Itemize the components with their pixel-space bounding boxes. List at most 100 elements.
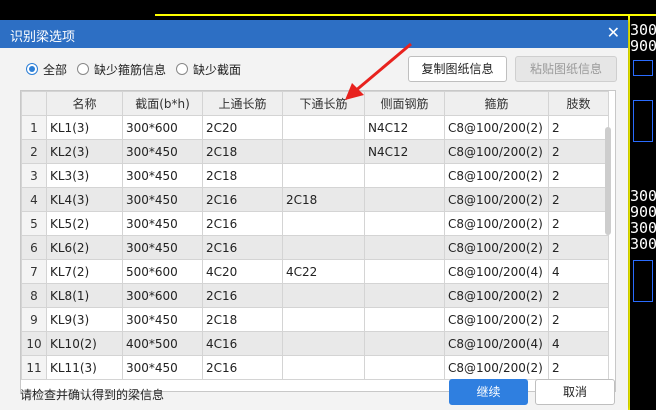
table-row[interactable]: 9 KL9(3) 300*450 2C18 C8@100/200(2) 2 — [21, 307, 609, 332]
cell-row-index[interactable]: 2 — [21, 139, 47, 164]
table-row[interactable]: 3 KL3(3) 300*450 2C18 C8@100/200(2) 2 — [21, 163, 609, 188]
cell-stirrup[interactable]: C8@100/200(4) — [444, 331, 549, 356]
cell-section[interactable]: 300*450 — [122, 187, 203, 212]
table-row[interactable]: 6 KL6(2) 300*450 2C16 C8@100/200(2) 2 — [21, 235, 609, 260]
cell-side-rebar[interactable] — [364, 211, 445, 236]
cell-section[interactable]: 300*450 — [122, 211, 203, 236]
table-row[interactable]: 10 KL10(2) 400*500 4C16 C8@100/200(4) 4 — [21, 331, 609, 356]
table-row[interactable]: 11 KL11(3) 300*450 2C16 C8@100/200(2) 2 — [21, 355, 609, 380]
cell-side-rebar[interactable]: N4C12 — [364, 115, 445, 140]
cell-side-rebar[interactable] — [364, 331, 445, 356]
cell-beam-name[interactable]: KL7(2) — [46, 259, 123, 284]
copy-drawing-info-button[interactable]: 复制图纸信息 — [408, 56, 507, 82]
cell-bottom-rebar[interactable] — [282, 115, 365, 140]
cell-top-rebar[interactable]: 2C16 — [202, 187, 283, 212]
cell-top-rebar[interactable]: 2C16 — [202, 235, 283, 260]
cell-beam-name[interactable]: KL1(3) — [46, 115, 123, 140]
cell-side-rebar[interactable] — [364, 163, 445, 188]
vertical-scrollbar[interactable] — [605, 127, 611, 235]
cell-bottom-rebar[interactable] — [282, 307, 365, 332]
paste-drawing-info-button[interactable]: 粘贴图纸信息 — [515, 56, 617, 82]
cell-top-rebar[interactable]: 4C16 — [202, 331, 283, 356]
cell-top-rebar[interactable]: 4C20 — [202, 259, 283, 284]
cell-row-index[interactable]: 11 — [21, 355, 47, 380]
cell-stirrup[interactable]: C8@100/200(2) — [444, 163, 549, 188]
cell-bottom-rebar[interactable] — [282, 235, 365, 260]
cell-leg-count[interactable]: 2 — [548, 307, 609, 332]
cell-side-rebar[interactable] — [364, 307, 445, 332]
cell-beam-name[interactable]: KL11(3) — [46, 355, 123, 380]
close-icon[interactable]: ✕ — [607, 24, 620, 42]
table-row[interactable]: 2 KL2(3) 300*450 2C18 N4C12 C8@100/200(2) 2 — [21, 139, 609, 164]
cell-stirrup[interactable]: C8@100/200(2) — [444, 283, 549, 308]
cell-top-rebar[interactable]: 2C16 — [202, 283, 283, 308]
cell-beam-name[interactable]: KL6(2) — [46, 235, 123, 260]
cell-beam-name[interactable]: KL8(1) — [46, 283, 123, 308]
cell-leg-count[interactable]: 2 — [548, 187, 609, 212]
cell-stirrup[interactable]: C8@100/200(2) — [444, 187, 549, 212]
cell-section[interactable]: 500*600 — [122, 259, 203, 284]
cell-leg-count[interactable]: 2 — [548, 211, 609, 236]
cell-row-index[interactable]: 5 — [21, 211, 47, 236]
cell-beam-name[interactable]: KL3(3) — [46, 163, 123, 188]
cell-bottom-rebar[interactable]: 2C18 — [282, 187, 365, 212]
cell-row-index[interactable]: 10 — [21, 331, 47, 356]
cell-leg-count[interactable]: 2 — [548, 355, 609, 380]
cell-bottom-rebar[interactable]: 4C22 — [282, 259, 365, 284]
cell-beam-name[interactable]: KL10(2) — [46, 331, 123, 356]
continue-button[interactable]: 继续 — [449, 379, 528, 405]
column-header-bottom-rebar[interactable]: 下通长筋 — [282, 91, 365, 116]
cell-leg-count[interactable]: 2 — [548, 163, 609, 188]
cell-stirrup[interactable]: C8@100/200(2) — [444, 115, 549, 140]
cell-bottom-rebar[interactable] — [282, 283, 365, 308]
cell-side-rebar[interactable] — [364, 355, 445, 380]
cell-top-rebar[interactable]: 2C16 — [202, 355, 283, 380]
cell-row-index[interactable]: 6 — [21, 235, 47, 260]
cell-row-index[interactable]: 9 — [21, 307, 47, 332]
table-row[interactable]: 5 KL5(2) 300*450 2C16 C8@100/200(2) 2 — [21, 211, 609, 236]
cell-leg-count[interactable]: 2 — [548, 139, 609, 164]
cell-section[interactable]: 300*600 — [122, 283, 203, 308]
cell-row-index[interactable]: 3 — [21, 163, 47, 188]
cell-row-index[interactable]: 8 — [21, 283, 47, 308]
cell-section[interactable]: 300*450 — [122, 235, 203, 260]
filter-all-radio[interactable]: 全部 — [26, 61, 67, 78]
cell-row-index[interactable]: 1 — [21, 115, 47, 140]
cell-leg-count[interactable]: 4 — [548, 259, 609, 284]
cell-top-rebar[interactable]: 2C18 — [202, 139, 283, 164]
cell-stirrup[interactable]: C8@100/200(4) — [444, 259, 549, 284]
table-row[interactable]: 7 KL7(2) 500*600 4C20 4C22 C8@100/200(4) 4 — [21, 259, 609, 284]
table-row[interactable]: 4 KL4(3) 300*450 2C16 2C18 C8@100/200(2) 2 — [21, 187, 609, 212]
dialog-titlebar[interactable]: 识别梁选项 ✕ — [0, 20, 628, 48]
cell-side-rebar[interactable]: N4C12 — [364, 139, 445, 164]
cell-section[interactable]: 400*500 — [122, 331, 203, 356]
cell-row-index[interactable]: 7 — [21, 259, 47, 284]
cell-beam-name[interactable]: KL4(3) — [46, 187, 123, 212]
cell-side-rebar[interactable] — [364, 235, 445, 260]
cell-stirrup[interactable]: C8@100/200(2) — [444, 307, 549, 332]
column-header-section[interactable]: 截面(b*h) — [122, 91, 203, 116]
cell-section[interactable]: 300*450 — [122, 139, 203, 164]
cell-top-rebar[interactable]: 2C18 — [202, 307, 283, 332]
cell-bottom-rebar[interactable] — [282, 355, 365, 380]
column-header-side-rebar[interactable]: 侧面钢筋 — [364, 91, 445, 116]
cell-section[interactable]: 300*450 — [122, 355, 203, 380]
filter-missing-stirrup-radio[interactable]: 缺少箍筋信息 — [77, 61, 166, 78]
cell-side-rebar[interactable] — [364, 283, 445, 308]
column-header-legs[interactable]: 肢数 — [548, 91, 609, 116]
cell-bottom-rebar[interactable] — [282, 331, 365, 356]
cell-bottom-rebar[interactable] — [282, 211, 365, 236]
cell-top-rebar[interactable]: 2C20 — [202, 115, 283, 140]
cell-stirrup[interactable]: C8@100/200(2) — [444, 211, 549, 236]
cell-beam-name[interactable]: KL9(3) — [46, 307, 123, 332]
column-header-name[interactable]: 名称 — [46, 91, 123, 116]
cell-side-rebar[interactable] — [364, 259, 445, 284]
cell-leg-count[interactable]: 2 — [548, 235, 609, 260]
filter-missing-section-radio[interactable]: 缺少截面 — [176, 61, 241, 78]
cell-section[interactable]: 300*450 — [122, 307, 203, 332]
cell-beam-name[interactable]: KL5(2) — [46, 211, 123, 236]
beam-info-table[interactable]: 名称 截面(b*h) 上通长筋 下通长筋 侧面钢筋 箍筋 肢数 1 KL1(3) 3… — [20, 90, 616, 392]
column-header-top-rebar[interactable]: 上通长筋 — [202, 91, 283, 116]
cell-leg-count[interactable]: 4 — [548, 331, 609, 356]
cell-top-rebar[interactable]: 2C16 — [202, 211, 283, 236]
